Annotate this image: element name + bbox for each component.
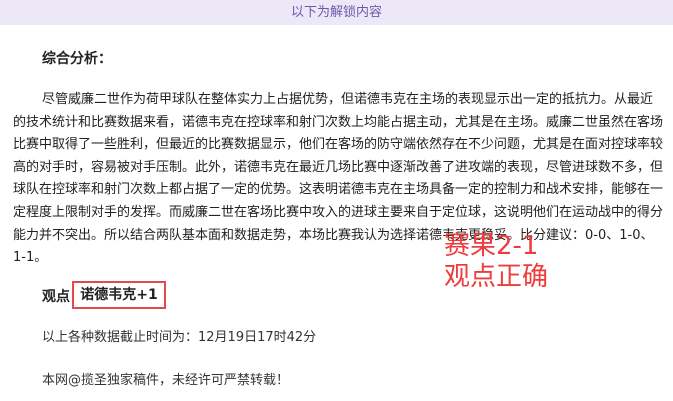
- analysis-paragraph: 尽管威廉二世作为荷甲球队在整体实力上占据优势，但诺德韦克在主场的表现显示出一定的…: [13, 92, 664, 266]
- article-content: 综合分析： 尽管威廉二世作为荷甲球队在整体实力上占据优势，但诺德韦克在主场的表现…: [0, 25, 673, 401]
- data-cutoff-time: 以上各种数据截止时间为：12月19日17时42分: [42, 330, 317, 345]
- viewpoint-highlight-box: 诺德韦克+1: [72, 281, 166, 309]
- viewpoint-value: 诺德韦克+1: [80, 287, 158, 303]
- unlock-banner-text: 以下为解锁内容: [290, 5, 382, 20]
- viewpoint-label: 观点: [42, 289, 70, 305]
- result-annotation-line2: 观点正确: [444, 262, 549, 292]
- unlock-banner: 以下为解锁内容: [0, 0, 673, 25]
- result-annotation-line1: 赛果2-1: [444, 231, 539, 261]
- result-annotation: 赛果2-1 观点正确: [444, 231, 548, 293]
- copyright-notice: 本网@揽圣独家稿件，未经许可严禁转载！: [42, 373, 290, 388]
- section-title: 综合分析：: [42, 51, 112, 67]
